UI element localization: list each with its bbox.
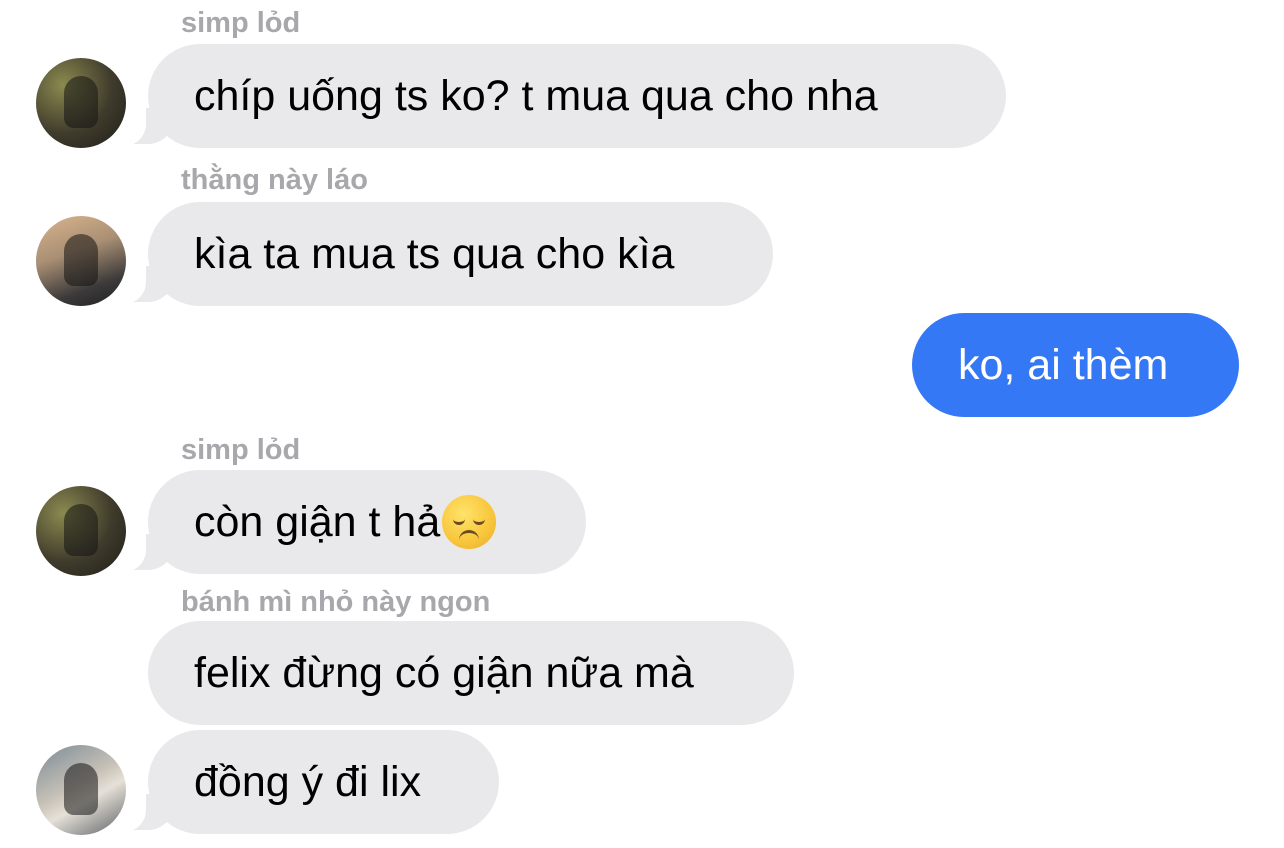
- message-bubble-incoming[interactable]: kìa ta mua ts qua cho kìa: [148, 202, 773, 306]
- sender-name: thằng này láo: [181, 164, 368, 196]
- message-text: chíp uống ts ko? t mua qua cho nha: [194, 72, 878, 120]
- message-text: felix đừng có giận nữa mà: [194, 649, 694, 697]
- message-text: đồng ý đi lix: [194, 758, 422, 806]
- contact-avatar[interactable]: [36, 745, 126, 835]
- contact-avatar[interactable]: [36, 216, 126, 306]
- sender-name: bánh mì nhỏ này ngon: [181, 586, 491, 618]
- message-text: kìa ta mua ts qua cho kìa: [194, 230, 675, 278]
- sender-name: simp lỏd: [181, 434, 301, 466]
- contact-avatar[interactable]: [36, 58, 126, 148]
- message-text: còn giận t hả: [194, 498, 441, 546]
- message-bubble-incoming[interactable]: còn giận t hả: [148, 470, 586, 574]
- sender-name: simp lỏd: [181, 7, 301, 39]
- message-bubble-outgoing[interactable]: ko, ai thèm: [912, 313, 1239, 417]
- message-bubble-incoming[interactable]: felix đừng có giận nữa mà: [148, 621, 794, 725]
- contact-avatar[interactable]: [36, 486, 126, 576]
- message-bubble-incoming[interactable]: đồng ý đi lix: [148, 730, 499, 834]
- message-bubble-incoming[interactable]: chíp uống ts ko? t mua qua cho nha: [148, 44, 1006, 148]
- disappointed-face-emoji: [442, 494, 497, 549]
- message-text: ko, ai thèm: [958, 341, 1169, 389]
